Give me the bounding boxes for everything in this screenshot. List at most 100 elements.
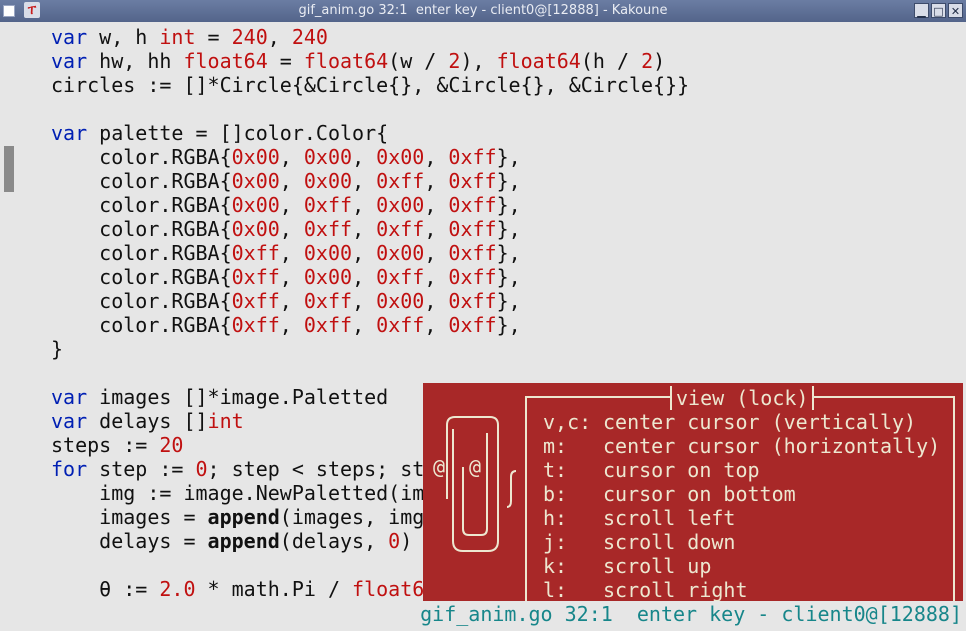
- popup-item-key: k:: [543, 554, 568, 578]
- token-num: 0xff: [376, 217, 425, 241]
- token-text: color.RGBA{: [51, 145, 232, 169]
- token-text: ,: [279, 289, 304, 313]
- token-ty: int: [207, 409, 244, 433]
- info-popup-view-lock: @ @ view (lock) v,c: center cursor (vertic…: [423, 383, 963, 616]
- token-text: (h /: [580, 49, 642, 73]
- window-title: gif_anim.go 32:1 enter key - client0@[12…: [298, 3, 668, 18]
- token-num: 0xff: [376, 313, 425, 337]
- token-num: 0x00: [231, 145, 280, 169]
- code-line[interactable]: color.RGBA{0x00, 0x00, 0x00, 0xff},: [51, 145, 689, 169]
- code-line[interactable]: var palette = []color.Color{: [51, 121, 689, 145]
- token-text: hw, hh: [87, 49, 184, 73]
- popup-frame: view (lock) v,c: center cursor (verticall…: [525, 386, 955, 607]
- token-text: ): [653, 49, 666, 73]
- code-line[interactable]: }: [51, 337, 689, 361]
- token-kw: var: [51, 25, 88, 49]
- token-num: 0xff: [448, 241, 497, 265]
- code-line[interactable]: color.RGBA{0x00, 0xff, 0xff, 0xff},: [51, 217, 689, 241]
- token-text: ,: [424, 313, 449, 337]
- token-text: =: [267, 49, 304, 73]
- token-num: 0x00: [231, 217, 280, 241]
- token-num: 0xff: [448, 217, 497, 241]
- window-titlebar[interactable]: ፐ gif_anim.go 32:1 enter key - client0@[…: [0, 0, 966, 22]
- token-text: },: [496, 241, 521, 265]
- token-text: ; step < steps; st: [207, 457, 425, 481]
- token-ty: float64: [303, 49, 389, 73]
- token-num: 0xff: [448, 289, 497, 313]
- token-text: color.RGBA{: [51, 313, 232, 337]
- code-line[interactable]: color.RGBA{0xff, 0xff, 0x00, 0xff},: [51, 289, 689, 313]
- token-text: w, h: [87, 25, 160, 49]
- code-line[interactable]: var w, h int = 240, 240: [51, 25, 689, 49]
- popup-item-key: b:: [543, 482, 568, 506]
- token-text: =: [195, 25, 232, 49]
- token-text: ,: [424, 169, 449, 193]
- token-num: 0x00: [376, 193, 425, 217]
- popup-item: k: scroll up: [543, 554, 711, 578]
- token-text: ,: [352, 265, 377, 289]
- token-text: images []*image.Paletted: [87, 385, 389, 409]
- code-line[interactable]: [51, 97, 689, 121]
- code-line[interactable]: color.RGBA{0x00, 0xff, 0x00, 0xff},: [51, 193, 689, 217]
- popup-item: j: scroll down: [543, 530, 735, 554]
- token-ty: float64: [496, 49, 581, 73]
- token-text: ,: [279, 193, 304, 217]
- token-bi: append: [207, 529, 280, 553]
- token-kw: for: [51, 457, 88, 481]
- token-text: ,: [424, 289, 449, 313]
- popup-item: t: cursor on top: [543, 458, 760, 482]
- popup-item: v,c: center cursor (vertically): [543, 410, 916, 434]
- token-text: }: [51, 337, 64, 361]
- token-num: 0xff: [231, 265, 280, 289]
- token-num: 0x00: [303, 145, 353, 169]
- close-button[interactable]: ✕: [948, 3, 963, 18]
- token-num: 0xff: [231, 289, 280, 313]
- code-line[interactable]: color.RGBA{0x00, 0x00, 0xff, 0xff},: [51, 169, 689, 193]
- token-num: 0xff: [303, 313, 353, 337]
- token-text: ,: [352, 193, 377, 217]
- code-line[interactable]: color.RGBA{0xff, 0xff, 0xff, 0xff},: [51, 313, 689, 337]
- token-num: 0x00: [231, 193, 280, 217]
- token-text: color.RGBA{: [51, 217, 232, 241]
- code-line[interactable]: [51, 361, 689, 385]
- popup-item-description: center cursor (horizontally): [603, 434, 941, 458]
- token-num: 0x00: [303, 241, 353, 265]
- token-num: 0xff: [303, 289, 353, 313]
- code-line[interactable]: var hw, hh float64 = float64(w / 2), flo…: [51, 49, 689, 73]
- token-num: 20: [159, 433, 184, 457]
- scroll-position-marker[interactable]: [4, 146, 14, 192]
- token-text: ,: [279, 145, 304, 169]
- maximize-button[interactable]: □: [931, 3, 946, 18]
- token-text: color.RGBA{: [51, 193, 232, 217]
- popup-item-key: h:: [543, 506, 568, 530]
- code-line[interactable]: color.RGBA{0xff, 0x00, 0x00, 0xff},: [51, 241, 689, 265]
- token-text: ,: [424, 145, 449, 169]
- token-text: color.RGBA{: [51, 169, 232, 193]
- token-num: 0x00: [231, 169, 280, 193]
- token-text: ,: [424, 217, 449, 241]
- popup-item-description: scroll up: [603, 554, 712, 578]
- token-text: ,: [352, 217, 377, 241]
- token-num: 240: [231, 25, 268, 49]
- token-kw: var: [51, 121, 88, 145]
- popup-item-description: scroll down: [603, 530, 736, 554]
- token-num: 0xff: [231, 241, 280, 265]
- token-text: },: [496, 217, 521, 241]
- editor-buffer[interactable]: var w, h int = 240, 240 var hw, hh float6…: [0, 22, 966, 616]
- token-text: ,: [267, 25, 292, 49]
- popup-item-key: j:: [543, 530, 568, 554]
- token-num: 0x00: [376, 145, 425, 169]
- token-num: 0xff: [376, 169, 425, 193]
- popup-item-description: scroll left: [603, 506, 736, 530]
- token-text: circles := []*Circle{&Circle{}, &Circle{…: [51, 73, 690, 97]
- code-line[interactable]: color.RGBA{0xff, 0x00, 0xff, 0xff},: [51, 265, 689, 289]
- token-text: ,: [352, 241, 377, 265]
- token-text: },: [496, 169, 521, 193]
- popup-item: h: scroll left: [543, 506, 735, 530]
- minimize-button[interactable]: ▁: [914, 3, 929, 18]
- token-text: step :=: [87, 457, 196, 481]
- token-num: 0xff: [231, 313, 280, 337]
- code-line[interactable]: circles := []*Circle{&Circle{}, &Circle{…: [51, 73, 689, 97]
- token-num: 0xff: [448, 265, 497, 289]
- token-text: ),: [460, 49, 497, 73]
